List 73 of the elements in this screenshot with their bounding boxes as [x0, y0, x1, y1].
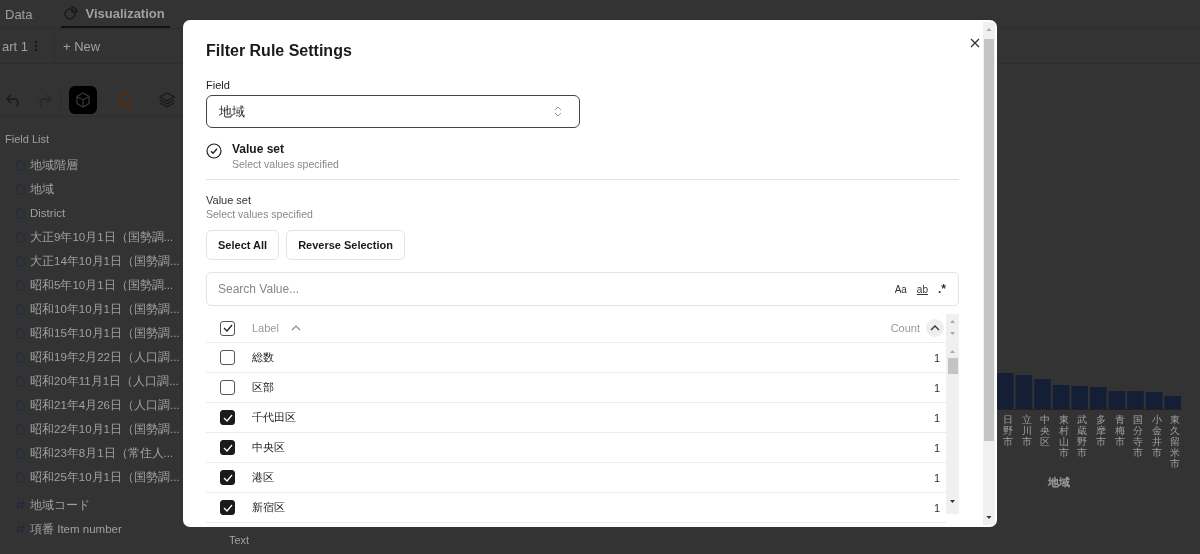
cube-icon — [75, 92, 91, 108]
axis-label: 小金井市 — [1151, 414, 1162, 458]
row-checkbox[interactable] — [220, 410, 235, 425]
value-label: 区部 — [252, 380, 274, 395]
action-button[interactable]: Select All — [206, 230, 280, 260]
value-label: 千代田区 — [252, 410, 296, 425]
field-item[interactable]: 昭和22年10月1日（国勢調... — [0, 417, 183, 441]
column-header[interactable]: Label — [252, 322, 279, 334]
close-icon[interactable] — [970, 38, 980, 48]
axis-label: 多摩市 — [1095, 414, 1106, 447]
field-item[interactable]: 地域階層 — [0, 153, 183, 177]
sort-up-icon[interactable] — [926, 319, 944, 337]
field-item[interactable]: 昭和19年2月22日（人口調... — [0, 345, 183, 369]
search-option-toggle[interactable]: Aa — [894, 283, 907, 295]
section-title: Value set — [206, 194, 252, 206]
field-item[interactable]: 地域 — [0, 177, 183, 201]
value-count: 1 — [933, 471, 940, 484]
field-item[interactable]: 昭和10年10月1日（国勢調... — [0, 297, 183, 321]
field-label: Text — [229, 534, 250, 546]
field-item[interactable]: 昭和15年10月1日（国勢調... — [0, 321, 183, 345]
axis-label: 国分寺市 — [1133, 414, 1144, 458]
chevron-up-down-icon — [554, 106, 562, 117]
search-option-toggle[interactable]: .* — [938, 282, 946, 296]
field-item[interactable]: 地域コード — [0, 493, 183, 517]
view-tab[interactable]: Visualization — [61, 0, 170, 28]
new-chart-button[interactable]: + New — [54, 29, 101, 63]
row-checkbox[interactable] — [220, 350, 235, 365]
value-label: 中央区 — [252, 440, 285, 455]
field-select[interactable]: 地域 — [206, 95, 580, 128]
axis-label: 東久留米市 — [1170, 414, 1181, 469]
row-checkbox[interactable] — [220, 500, 235, 515]
value-label: 総数 — [252, 350, 274, 365]
row-checkbox[interactable] — [220, 470, 235, 485]
field-item[interactable]: 昭和21年4月26日（人口調... — [0, 393, 183, 417]
field-item[interactable]: 昭和23年8月1日（常住人... — [0, 441, 183, 465]
field-item[interactable]: 項番 Item number — [0, 517, 183, 541]
search-field[interactable]: Search Value... Aa ab .* — [206, 272, 959, 306]
square-icon — [117, 92, 133, 108]
axis-label: 武蔵野市 — [1077, 414, 1088, 458]
field-item[interactable]: District — [0, 201, 183, 225]
value-count: 1 — [933, 411, 940, 424]
field-item[interactable]: 昭和20年11月1日（人口調... — [0, 369, 183, 393]
value-count: 1 — [933, 381, 940, 394]
field-item[interactable]: 昭和25年10月1日（国勢調... — [0, 465, 183, 489]
axis-label: 中央区 — [1040, 414, 1051, 447]
dialog-title: Filter Rule Settings — [206, 42, 353, 60]
column-header[interactable]: Count — [890, 322, 920, 334]
field-item[interactable]: 大正9年10月1日（国勢調... — [0, 225, 183, 249]
view-tab[interactable]: Data — [0, 0, 38, 28]
axis-label: 青梅市 — [1114, 414, 1125, 447]
layers-icon — [159, 92, 175, 108]
field-list-title: Field List — [4, 132, 51, 147]
value-count: 1 — [933, 501, 940, 514]
pie-chart-icon — [64, 6, 79, 20]
row-checkbox[interactable] — [220, 380, 235, 395]
field-item[interactable]: 昭和5年10月1日（国勢調... — [0, 273, 183, 297]
value-label: 港区 — [252, 470, 274, 485]
section-subtitle: Select values specified — [206, 208, 313, 220]
action-button[interactable]: Reverse Selection — [286, 230, 405, 260]
rule-option[interactable]: Value set Select values specified — [206, 142, 339, 170]
axis-title: 地域 — [1048, 475, 1070, 490]
value-label: 新宿区 — [252, 500, 285, 515]
field-item[interactable]: 大正14年10月1日（国勢調... — [0, 249, 183, 273]
axis-label: 東村山市 — [1058, 414, 1069, 458]
field-label: Field — [206, 79, 231, 91]
search-option-toggle[interactable]: ab — [916, 283, 928, 295]
axis-label: 立川市 — [1021, 414, 1032, 447]
value-count: 1 — [933, 351, 940, 364]
select-all-checkbox[interactable] — [220, 320, 235, 336]
chart-tab[interactable]: art 1 — [2, 38, 28, 54]
axis-label: 日野市 — [1003, 414, 1013, 447]
row-checkbox[interactable] — [220, 440, 235, 455]
value-count: 1 — [933, 441, 940, 454]
